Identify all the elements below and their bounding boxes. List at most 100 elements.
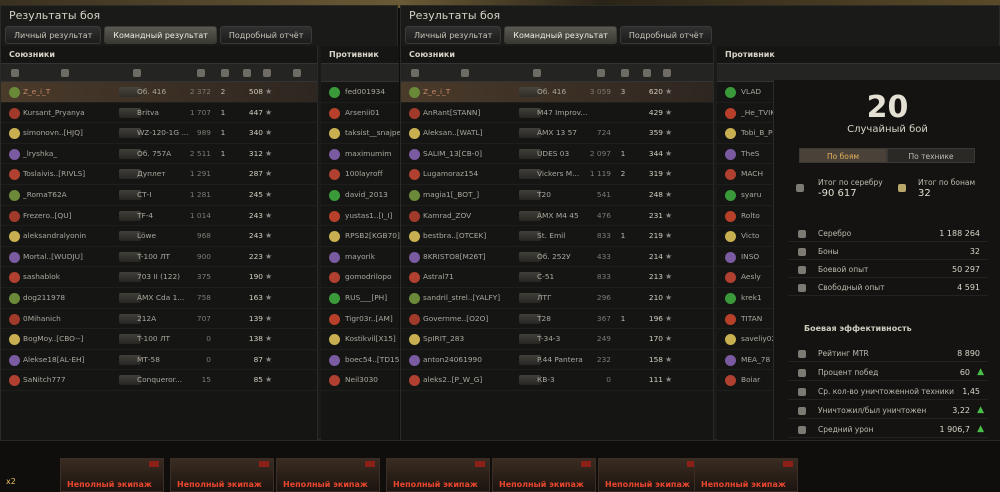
clan-icon — [409, 128, 420, 140]
efficiency-title[interactable]: Боевая эффективность — [804, 324, 912, 333]
damage-value: 249 — [596, 334, 611, 344]
vehicle-card[interactable]: Неполный экипаж — [276, 458, 380, 492]
xp-sort-icon[interactable] — [243, 69, 251, 77]
tab-by-vehicle[interactable]: По технике — [887, 148, 975, 163]
player-row[interactable]: Lugamoraz154 Vickers M... 1 119 2 319 ★ — [401, 164, 713, 185]
player-row[interactable]: Neil3030 — [321, 370, 399, 391]
player-row[interactable]: SALIM_13[CB-0] UDES 03 2 097 1 344 ★ — [401, 144, 713, 165]
player-row[interactable]: _RomaT62A СТ-I 1 281 245 ★ — [1, 185, 317, 206]
player-row[interactable]: mayorik — [321, 247, 399, 268]
player-row[interactable]: 0Mihanich 212А 707 139 ★ — [1, 309, 317, 330]
clan-icon — [9, 334, 20, 346]
player-icon — [461, 69, 469, 77]
arrow-up-icon: ▲ — [977, 367, 984, 377]
player-row[interactable]: BogMoy..[CBO--] T-100 ЛТ 0 138 ★ — [1, 329, 317, 350]
star-icon: ★ — [265, 148, 273, 158]
squad-icon — [11, 69, 19, 77]
efficiency-value: 3,22 — [952, 406, 970, 415]
damage-value: 1 119 — [589, 169, 611, 179]
xp-sort-icon[interactable] — [643, 69, 651, 77]
player-row[interactable]: Frezero..[QU] TF-4 1 014 243 ★ — [1, 206, 317, 227]
nation-flag-icon — [259, 461, 269, 467]
player-row[interactable]: dog211978 AMX Cda 1... 758 163 ★ — [1, 288, 317, 309]
panel-title: Результаты боя — [9, 9, 101, 22]
player-row[interactable]: SpIRIT_283 T-34-3 249 170 ★ — [401, 329, 713, 350]
player-row[interactable]: Governme..[O2O] T28 367 1 196 ★ — [401, 309, 713, 330]
player-row[interactable]: simonovn..[HJQ] WZ-120-1G ... 989 1 340 ★ — [1, 123, 317, 144]
player-row[interactable]: sandril_strel..[YALFY] ЛТГ 296 210 ★ — [401, 288, 713, 309]
player-row[interactable]: aleksandralyonin Löwe 968 243 ★ — [1, 226, 317, 247]
damage-icon[interactable] — [597, 69, 605, 77]
tab-team[interactable]: Командный результат — [104, 26, 217, 44]
vehicle-card[interactable]: Неполный экипаж — [598, 458, 702, 492]
tab-detailed[interactable]: Подробный отчёт — [619, 26, 713, 44]
player-row[interactable]: magia1[_BOT_] T20 541 248 ★ — [401, 185, 713, 206]
total-row: Свободный опыт 4 591 — [788, 280, 988, 296]
damage-value: 2 097 — [589, 148, 611, 158]
player-row[interactable]: 8KRISTO8[M26T] Об. 252У 433 214 ★ — [401, 247, 713, 268]
player-row[interactable]: Tigr03r..[AM] — [321, 309, 399, 330]
player-row[interactable]: Toslaivis..[RIVLS] Дуплет 1 291 287 ★ — [1, 164, 317, 185]
star-icon[interactable] — [663, 69, 671, 77]
player-row[interactable]: 100layroff — [321, 164, 399, 185]
damage-value: 3 059 — [589, 87, 611, 96]
player-row[interactable]: Astral71 С-51 833 213 ★ — [401, 267, 713, 288]
tab-personal[interactable]: Личный результат — [5, 26, 102, 44]
vehicle-card[interactable]: Неполный экипаж — [60, 458, 164, 492]
tab-personal[interactable]: Личный результат — [405, 26, 502, 44]
crew-warning: Неполный экипаж — [393, 480, 478, 489]
player-row[interactable]: RUS___[PH] — [321, 288, 399, 309]
player-row[interactable]: gomodrilopo — [321, 267, 399, 288]
total-value: 32 — [969, 247, 980, 256]
player-row[interactable]: RPSB2[KGB70] — [321, 226, 400, 247]
player-row[interactable]: SaNitch777 Conqueror... 15 85 ★ — [1, 370, 317, 391]
player-row[interactable]: Z_e_i_T Об. 416 2 372 2 508 ★ — [1, 82, 317, 103]
clan-icon — [409, 148, 420, 160]
vehicle-card[interactable]: Неполный экипаж — [492, 458, 596, 492]
kills-icon[interactable] — [621, 69, 629, 77]
tab-detailed[interactable]: Подробный отчёт — [219, 26, 313, 44]
clan-icon — [725, 148, 736, 160]
player-name: sandril_strel..[YALFY] — [423, 292, 501, 302]
kills-icon[interactable] — [221, 69, 229, 77]
player-row[interactable]: Kamrad_ZOV AMX M4 45 476 231 ★ — [401, 206, 713, 227]
xp-value: 210 — [648, 292, 663, 302]
player-row[interactable]: sashablok 703 II (122) 375 190 ★ — [1, 267, 317, 288]
xp-value: 447 — [248, 107, 263, 117]
damage-icon[interactable] — [197, 69, 205, 77]
player-row[interactable]: _lryshka_ Об. 757А 2 511 1 312 ★ — [1, 144, 317, 165]
medal-icon[interactable] — [293, 69, 301, 77]
player-row[interactable]: david_2013 — [321, 185, 399, 206]
player-row[interactable]: bestbra..[OTCEK] St. Emil 833 1 219 ★ — [401, 226, 713, 247]
tab-by-battles[interactable]: По боям — [799, 148, 887, 163]
nation-flag-icon — [149, 461, 159, 467]
player-row[interactable]: yustas1..[I_I] — [321, 206, 399, 227]
xp-value: 158 — [648, 354, 663, 364]
clan-icon — [329, 251, 340, 263]
vehicle-card[interactable]: Неполный экипаж — [386, 458, 490, 492]
player-row[interactable]: AnRant[STANN] M47 Improv... 429 ★ — [401, 103, 713, 124]
kills-value: 3 — [620, 87, 626, 96]
player-row[interactable]: Kursant_Pryanya Britva 1 707 1 447 ★ — [1, 103, 317, 124]
player-name: Toslaivis..[RIVLS] — [23, 169, 86, 179]
player-row[interactable]: aleks2..[P_W_G] КВ-3 0 111 ★ — [401, 370, 713, 391]
panel-title: Результаты боя — [409, 9, 501, 22]
player-row[interactable]: Kostikvil[X15] — [321, 329, 399, 350]
player-row[interactable]: Z_e_i_T Об. 416 3 059 3 620 ★ — [401, 82, 713, 103]
player-row[interactable]: boec54..[TD15] — [321, 350, 402, 371]
player-row[interactable]: Alekse18[AL-EH] МТ-58 0 87 ★ — [1, 350, 317, 371]
star-icon[interactable] — [263, 69, 271, 77]
vehicle-card[interactable]: Неполный экипаж — [694, 458, 798, 492]
player-row[interactable]: Arsenii01 — [321, 103, 399, 124]
player-row[interactable]: Mortal..[WUDJU] T-100 ЛТ 900 223 ★ — [1, 247, 317, 268]
xp-value: 139 — [248, 313, 263, 323]
player-row[interactable]: taksist__snajper — [321, 123, 404, 144]
clan-icon — [9, 107, 20, 119]
tab-team[interactable]: Командный результат — [504, 26, 617, 44]
player-row[interactable]: maximumim — [321, 144, 399, 165]
player-row[interactable]: Aleksan..[WATL] AMX 13 57 724 359 ★ — [401, 123, 713, 144]
vehicle-card[interactable]: Неполный экипаж — [170, 458, 274, 492]
player-row[interactable]: fed001934 — [321, 82, 399, 103]
player-row[interactable]: anton24061990 P.44 Pantera 232 158 ★ — [401, 350, 713, 371]
star-icon: ★ — [665, 334, 673, 344]
